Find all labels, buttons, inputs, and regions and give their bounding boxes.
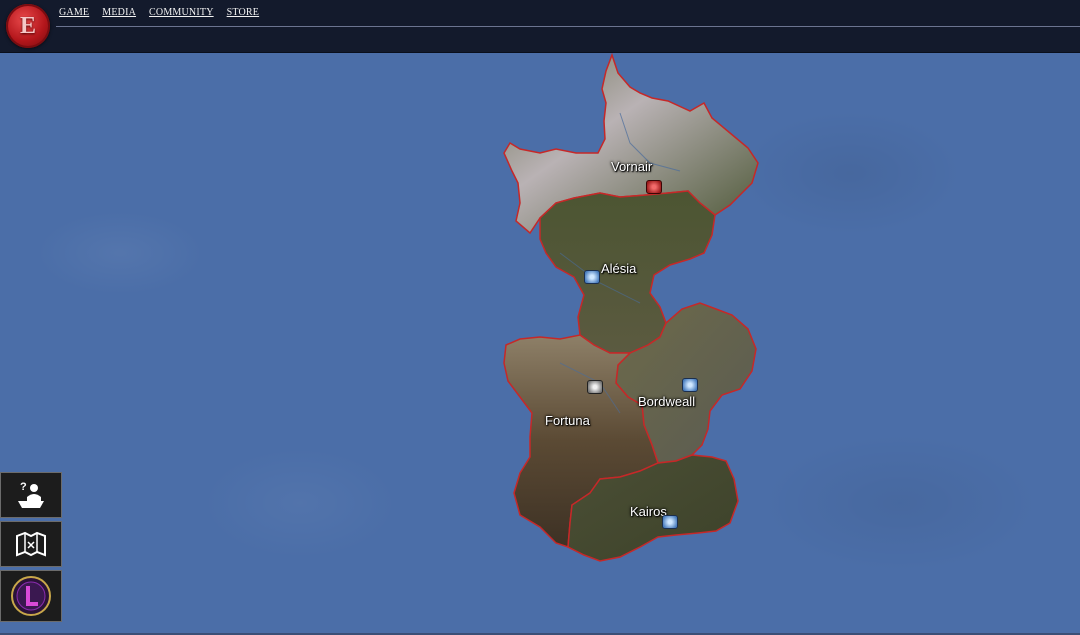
nav-link-game[interactable]: GAME: [59, 7, 89, 18]
red-shield-icon[interactable]: [646, 180, 662, 194]
region-label-fortuna[interactable]: Fortuna: [545, 413, 590, 428]
nav-link-media[interactable]: MEDIA: [102, 7, 136, 18]
blue-shield-icon[interactable]: [662, 515, 678, 529]
main-nav: GAME MEDIA COMMUNITY STORE: [59, 7, 259, 18]
blue-shield-icon[interactable]: [682, 378, 698, 392]
emblem-icon: [11, 576, 51, 616]
help-button[interactable]: ?: [0, 472, 62, 518]
map-icon: [16, 531, 46, 557]
region-label-vornair[interactable]: Vornair: [611, 159, 652, 174]
region-label-alesia[interactable]: Alésia: [601, 261, 636, 276]
top-navigation-bar: E GAME MEDIA COMMUNITY STORE: [0, 0, 1080, 53]
map-regions-svg: [503, 53, 759, 562]
help-person-icon: ?: [18, 481, 44, 508]
svg-text:?: ?: [20, 481, 27, 493]
gray-shield-icon[interactable]: [587, 380, 603, 394]
blue-shield-icon[interactable]: [584, 270, 600, 284]
world-map[interactable]: Vornair Alésia Bordweall Fortuna Kairos: [0, 53, 1080, 635]
region-label-bordweall[interactable]: Bordweall: [638, 394, 695, 409]
logo-glyph: E: [19, 12, 36, 39]
nav-divider: [56, 26, 1080, 27]
nav-link-community[interactable]: COMMUNITY: [149, 7, 214, 18]
site-logo[interactable]: E: [6, 4, 50, 48]
emblem-button[interactable]: [0, 570, 62, 622]
nav-link-store[interactable]: STORE: [227, 7, 260, 18]
map-button[interactable]: [0, 521, 62, 567]
